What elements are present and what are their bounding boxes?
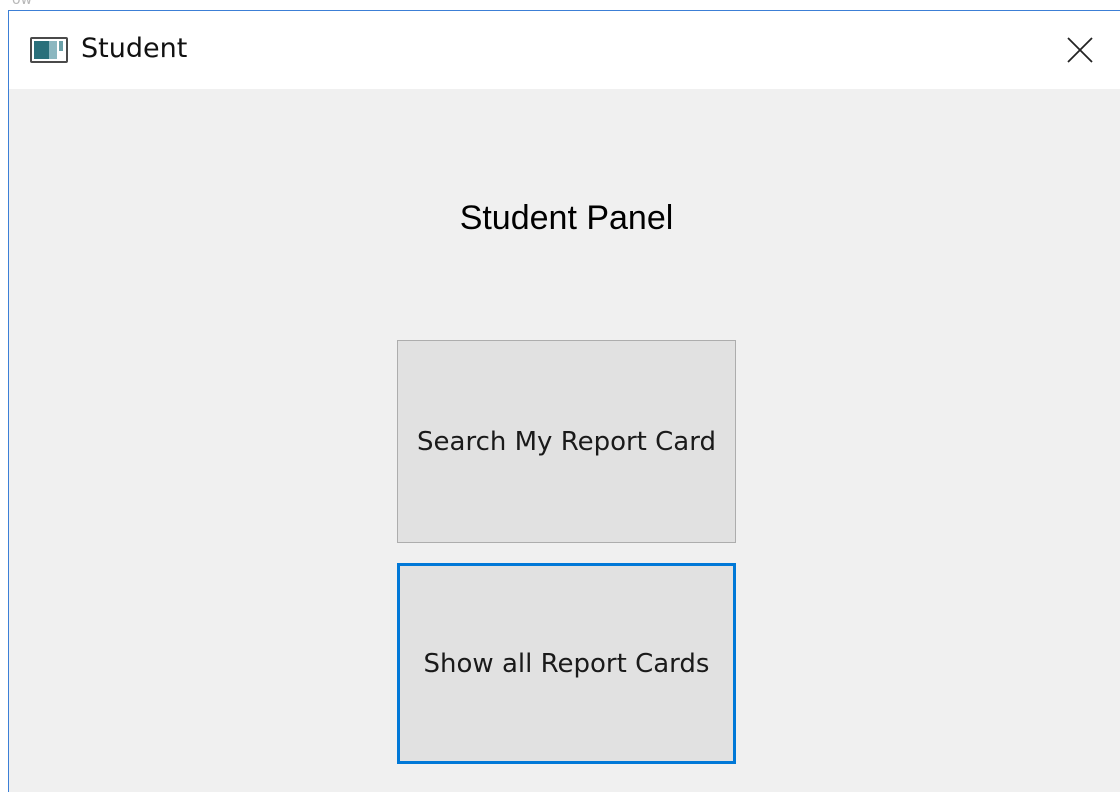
title-bar[interactable]: Student xyxy=(9,11,1120,89)
show-all-report-cards-label: Show all Report Cards xyxy=(423,648,710,679)
close-icon xyxy=(1067,37,1093,63)
panel-title: Student Panel xyxy=(459,199,674,237)
window-app-icon xyxy=(30,37,68,63)
background-window-text-fragment: ow xyxy=(12,0,33,8)
window-title: Student xyxy=(81,33,188,64)
show-all-report-cards-button[interactable]: Show all Report Cards xyxy=(397,563,736,764)
close-button[interactable] xyxy=(1040,11,1120,89)
search-report-card-label: Search My Report Card xyxy=(417,426,716,457)
search-report-card-button[interactable]: Search My Report Card xyxy=(397,340,736,543)
student-window: Student Student Panel Search My Report C… xyxy=(8,10,1120,792)
